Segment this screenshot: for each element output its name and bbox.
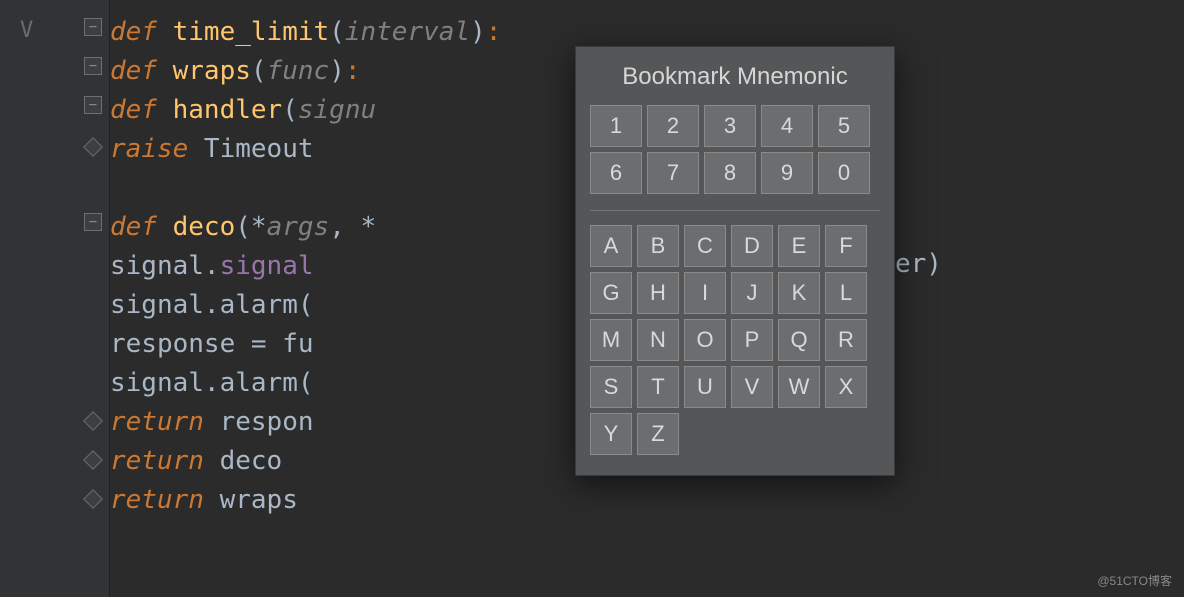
parameter: args (267, 212, 330, 242)
mnemonic-key-8[interactable]: 8 (704, 152, 756, 194)
mnemonic-key-i[interactable]: I (684, 272, 726, 314)
mnemonic-key-b[interactable]: B (637, 225, 679, 267)
keyword-def: def (110, 17, 173, 47)
mnemonic-key-d[interactable]: D (731, 225, 773, 267)
letter-key-grid: ABCDEF GHIJKL MNOPQR STUVWX YZ (590, 225, 880, 455)
identifier: response (110, 329, 251, 359)
parameter: func (267, 56, 330, 86)
keyword-def: def (110, 56, 173, 86)
function-name: time_limit (173, 17, 330, 47)
mnemonic-key-u[interactable]: U (684, 366, 726, 408)
paren: ( (282, 95, 298, 125)
code-line: return wraps (110, 480, 1184, 519)
paren: ) (329, 56, 345, 86)
mnemonic-key-j[interactable]: J (731, 272, 773, 314)
mnemonic-key-t[interactable]: T (637, 366, 679, 408)
mnemonic-key-g[interactable]: G (590, 272, 632, 314)
identifier: signal. (110, 368, 220, 398)
mnemonic-key-y[interactable]: Y (590, 413, 632, 455)
attribute: signal (220, 251, 314, 281)
mnemonic-key-w[interactable]: W (778, 366, 820, 408)
mnemonic-key-v[interactable]: V (731, 366, 773, 408)
mnemonic-key-s[interactable]: S (590, 366, 632, 408)
function-name: deco (173, 212, 236, 242)
paren: ( (298, 368, 314, 398)
paren: ( (251, 56, 267, 86)
mnemonic-key-m[interactable]: M (590, 319, 632, 361)
mnemonic-key-6[interactable]: 6 (590, 152, 642, 194)
mnemonic-key-c[interactable]: C (684, 225, 726, 267)
mnemonic-key-2[interactable]: 2 (647, 105, 699, 147)
fold-end-icon[interactable] (83, 137, 103, 157)
mnemonic-key-q[interactable]: Q (778, 319, 820, 361)
keyword-return: return (110, 407, 220, 437)
mnemonic-key-e[interactable]: E (778, 225, 820, 267)
mnemonic-key-p[interactable]: P (731, 319, 773, 361)
bookmark-mnemonic-popup: Bookmark Mnemonic 12345 67890 ABCDEF GHIJK… (575, 46, 895, 476)
code-fragment: er) (895, 249, 942, 279)
mnemonic-key-4[interactable]: 4 (761, 105, 813, 147)
identifier: Timeout (204, 134, 314, 164)
fold-arrow-icon[interactable]: V (20, 18, 33, 43)
keyword-return: return (110, 485, 220, 515)
fold-end-icon[interactable] (83, 411, 103, 431)
fold-end-icon[interactable] (83, 489, 103, 509)
mnemonic-key-o[interactable]: O (684, 319, 726, 361)
identifier: wraps (220, 485, 298, 515)
gutter: V − − − − (0, 0, 110, 597)
mnemonic-key-5[interactable]: 5 (818, 105, 870, 147)
mnemonic-key-9[interactable]: 9 (761, 152, 813, 194)
keyword-raise: raise (110, 134, 204, 164)
fold-toggle-icon[interactable]: − (84, 213, 102, 231)
identifier: signal. (110, 290, 220, 320)
keyword-def: def (110, 95, 173, 125)
mnemonic-key-k[interactable]: K (778, 272, 820, 314)
paren: ( (329, 17, 345, 47)
fold-toggle-icon[interactable]: − (84, 57, 102, 75)
mnemonic-key-n[interactable]: N (637, 319, 679, 361)
mnemonic-key-h[interactable]: H (637, 272, 679, 314)
identifier: deco (220, 446, 283, 476)
parameter: signu (298, 95, 376, 125)
mnemonic-key-7[interactable]: 7 (647, 152, 699, 194)
star: * (361, 212, 377, 242)
paren: ( (235, 212, 251, 242)
popup-title: Bookmark Mnemonic (590, 59, 880, 105)
equals: = (251, 329, 282, 359)
identifier: fu (282, 329, 313, 359)
mnemonic-key-0[interactable]: 0 (818, 152, 870, 194)
attribute: alarm (220, 290, 298, 320)
star: * (251, 212, 267, 242)
colon: : (486, 17, 502, 47)
mnemonic-key-l[interactable]: L (825, 272, 867, 314)
comma: , (329, 212, 360, 242)
paren: ) (470, 17, 486, 47)
function-name: wraps (173, 56, 251, 86)
mnemonic-key-z[interactable]: Z (637, 413, 679, 455)
number-key-grid: 12345 67890 (590, 105, 880, 194)
mnemonic-key-3[interactable]: 3 (704, 105, 756, 147)
mnemonic-key-f[interactable]: F (825, 225, 867, 267)
identifier: signal. (110, 251, 220, 281)
fold-toggle-icon[interactable]: − (84, 18, 102, 36)
fold-toggle-icon[interactable]: − (84, 96, 102, 114)
mnemonic-key-r[interactable]: R (825, 319, 867, 361)
keyword-return: return (110, 446, 220, 476)
keyword-def: def (110, 212, 173, 242)
mnemonic-key-1[interactable]: 1 (590, 105, 642, 147)
attribute: alarm (220, 368, 298, 398)
function-name: handler (173, 95, 283, 125)
mnemonic-key-x[interactable]: X (825, 366, 867, 408)
mnemonic-key-a[interactable]: A (590, 225, 632, 267)
watermark: @51CTO博客 (1097, 572, 1172, 589)
paren: ( (298, 290, 314, 320)
identifier: respon (220, 407, 314, 437)
fold-end-icon[interactable] (83, 450, 103, 470)
popup-divider (590, 210, 880, 211)
parameter: interval (345, 17, 470, 47)
colon: : (345, 56, 361, 86)
